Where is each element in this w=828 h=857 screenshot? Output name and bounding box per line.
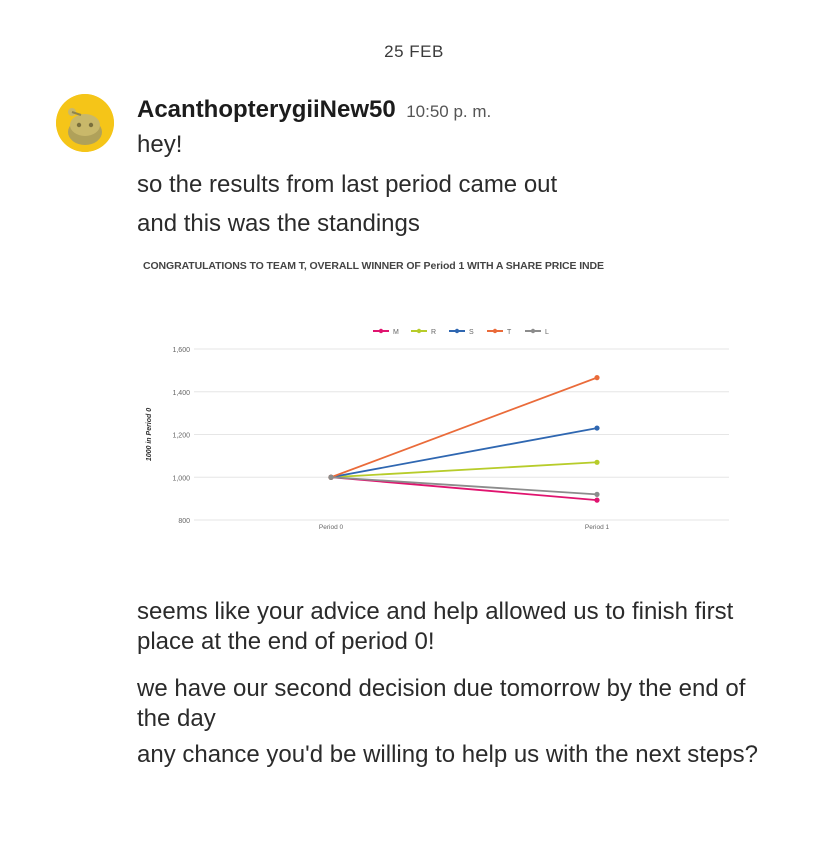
data-point: [328, 474, 334, 480]
message-line: and this was the standings: [137, 210, 420, 237]
y-tick-label: 800: [178, 518, 190, 525]
data-point: [594, 459, 600, 465]
y-tick-label: 1,000: [172, 475, 190, 482]
message-timestamp: 10:50 p. m.: [406, 102, 492, 121]
line-chart: 800 1,000 1,200 1,400 1,600 1000 in Period 0 P…: [146, 328, 729, 531]
x-tick-label: Period 1: [585, 524, 610, 531]
y-axis-label: 1000 in Period 0: [146, 408, 153, 461]
user-avatar[interactable]: [56, 94, 114, 152]
legend-marker: [492, 328, 498, 334]
chart-image[interactable]: CONGRATULATIONS TO TEAM T, OVERALL WINNE…: [137, 256, 777, 556]
data-point: [594, 497, 600, 503]
message-line: seems like your advice and help allowed …: [137, 598, 734, 655]
x-tick-label: Period 0: [319, 524, 344, 531]
message-header: AcanthopterygiiNew50 10:50 p. m.: [137, 96, 491, 124]
legend-marker: [378, 328, 384, 334]
data-point: [594, 425, 600, 431]
legend-label: R: [431, 329, 436, 336]
series-line: [330, 476, 598, 496]
legend-label: S: [469, 329, 474, 336]
date-divider: 25 FEB: [384, 42, 444, 61]
y-tick-label: 1,400: [172, 390, 190, 397]
data-point: [594, 375, 600, 381]
y-tick-label: 1,600: [172, 347, 190, 354]
message-line: we have our second decision due tomorrow…: [137, 675, 746, 732]
legend-marker: [416, 328, 422, 334]
series-line: [330, 376, 598, 479]
message-line: so the results from last period came out: [137, 171, 558, 198]
data-point: [594, 491, 600, 497]
legend-marker: [530, 328, 536, 334]
message-line: hey!: [137, 131, 183, 158]
message-line: any chance you'd be willing to help us w…: [137, 741, 758, 768]
y-tick-label: 1,200: [172, 433, 190, 440]
snoo-avatar-icon: [56, 94, 114, 152]
legend-label: L: [545, 329, 549, 336]
legend-label: M: [393, 329, 399, 336]
legend-marker: [454, 328, 460, 334]
username[interactable]: AcanthopterygiiNew50: [137, 96, 396, 123]
legend-label: T: [507, 329, 512, 336]
